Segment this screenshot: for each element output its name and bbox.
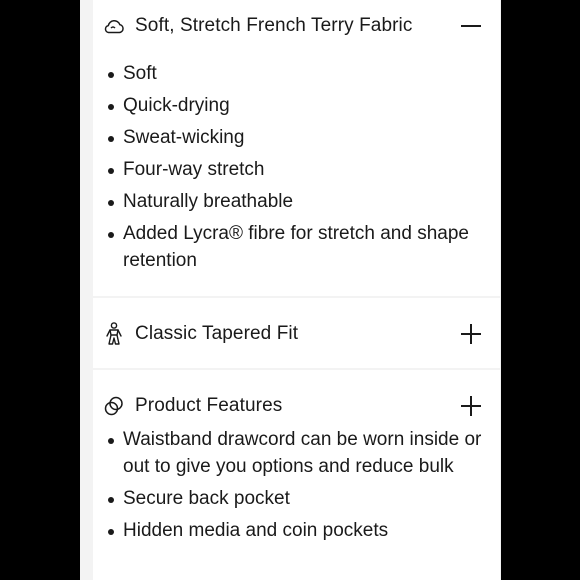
accordion-features-header[interactable]: Product Features [93,391,500,421]
list-item: Hidden media and coin pockets [105,518,490,545]
figure-icon [103,322,125,345]
product-details-panel: Soft, Stretch French Terry Fabric Soft Q… [80,0,501,580]
list-item: Naturally breathable [105,189,490,216]
accordion-fit: Classic Tapered Fit [93,298,500,368]
product-feature-list: Waistband drawcord can be worn inside or… [105,427,490,550]
fabric-feature-list: Soft Quick-drying Sweat-wicking Four-way… [105,61,490,280]
list-item: Sweat-wicking [105,125,490,152]
accordion-title: Classic Tapered Fit [135,323,299,344]
accordion-fabric-header[interactable]: Soft, Stretch French Terry Fabric [93,11,500,41]
accordion-fabric: Soft, Stretch French Terry Fabric Soft Q… [93,0,500,296]
list-item: Secure back pocket [105,486,490,513]
accordion-title: Soft, Stretch French Terry Fabric [135,15,413,36]
list-item: Quick-drying [105,93,490,120]
plus-icon[interactable] [460,395,482,417]
accordion-title: Product Features [135,395,283,416]
cloud-icon [103,15,125,37]
plus-icon[interactable] [460,323,482,345]
list-item: Waistband drawcord can be worn inside or… [105,427,490,480]
minus-icon[interactable] [460,15,482,37]
list-item: Added Lycra® fibre for stretch and shape… [105,221,490,274]
list-item: Soft [105,61,490,88]
accordion-fit-header[interactable]: Classic Tapered Fit [93,319,500,349]
list-item: Four-way stretch [105,157,490,184]
features-icon [103,395,125,417]
accordion-features: Product Features Waistband drawcord can … [93,370,500,580]
